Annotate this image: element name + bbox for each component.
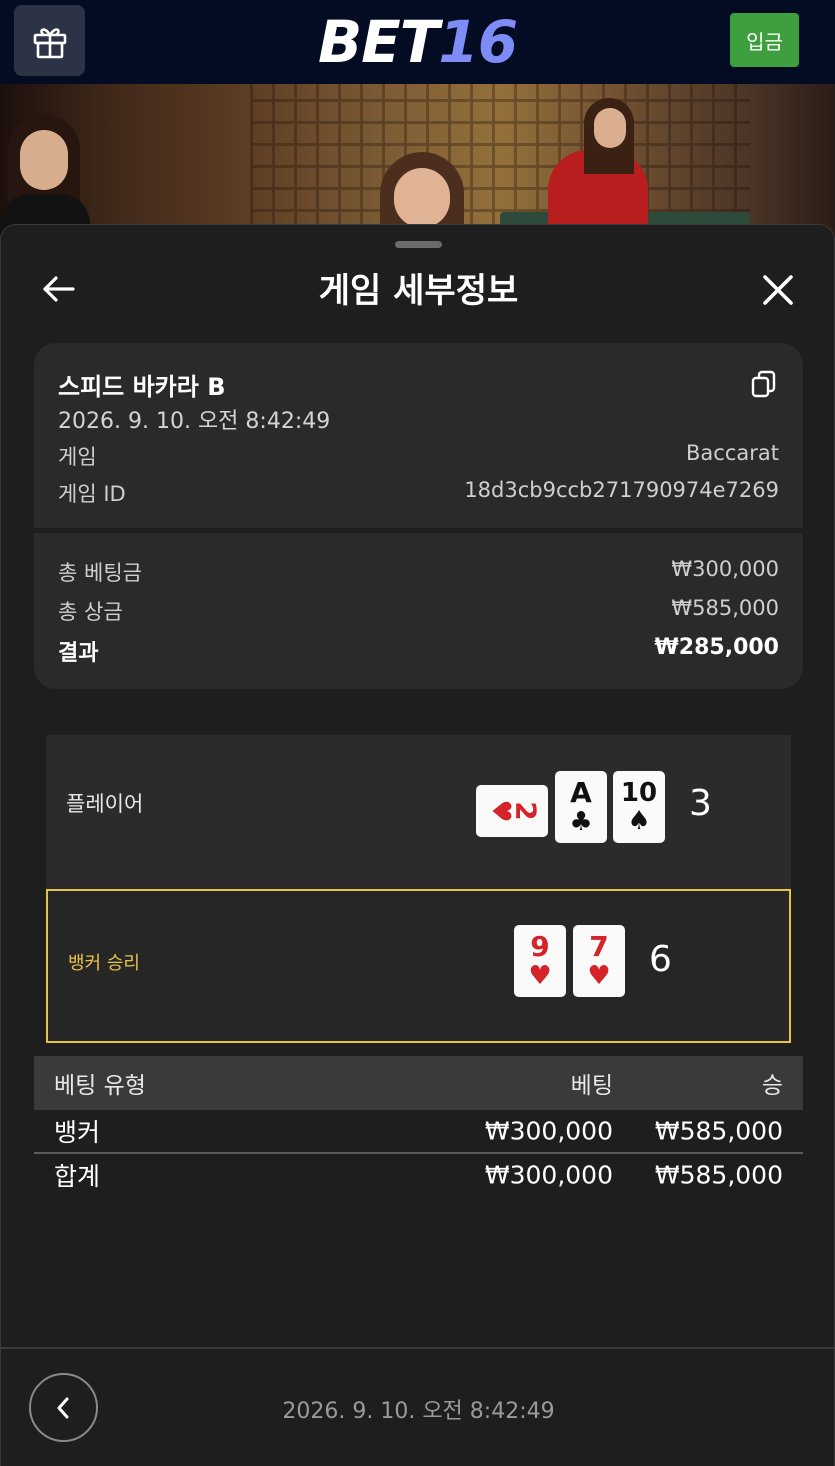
bet-amount-header: 베팅 bbox=[570, 1073, 613, 1099]
banker-card-1-rank: 9 bbox=[530, 930, 550, 963]
banker-hand: 뱅커 승리 9 ♥ 7 ♥ 6 bbox=[46, 889, 791, 1043]
game-id-value: 18d3cb9ccb271790974e7269 bbox=[464, 478, 779, 502]
player-hand-label: 플레이어 bbox=[66, 792, 144, 816]
player-card-1: ♥ 2 bbox=[476, 785, 548, 837]
copy-icon bbox=[751, 370, 776, 398]
game-id-label: 게임 ID bbox=[58, 482, 126, 506]
live-dealer-video bbox=[0, 84, 835, 234]
player-card-3-suit: ♠ bbox=[627, 806, 651, 836]
close-icon bbox=[763, 275, 793, 305]
player-card-3: 10 ♠ bbox=[613, 771, 665, 843]
result-label: 결과 bbox=[58, 641, 99, 666]
banker-card-1: 9 ♥ bbox=[514, 925, 566, 997]
win-amount-cell: ₩585,000 bbox=[654, 1116, 783, 1146]
total-bet-label: 총 베팅금 bbox=[58, 561, 142, 585]
total-win-value: ₩585,000 bbox=[671, 596, 779, 620]
player-score: 3 bbox=[689, 783, 712, 824]
total-bet-value: ₩300,000 bbox=[671, 557, 779, 581]
close-button[interactable] bbox=[755, 267, 801, 313]
game-info-card: 스피드 바카라 B 2026. 9. 10. 오전 8:42:49 게임 Bac… bbox=[34, 343, 803, 689]
game-type-value: Baccarat bbox=[686, 441, 779, 465]
banker-card-2-suit: ♥ bbox=[587, 961, 611, 991]
banker-card-2-rank: 7 bbox=[589, 930, 609, 963]
logo-text-16: 16 bbox=[438, 8, 518, 76]
player-card-2-suit: ♣ bbox=[569, 807, 593, 837]
result-value: ₩285,000 bbox=[654, 635, 779, 660]
drag-handle[interactable] bbox=[395, 241, 442, 248]
brand-logo[interactable]: BET16 bbox=[0, 0, 835, 84]
player-hand: 플레이어 ♥ 2 A ♣ 10 ♠ 3 bbox=[46, 735, 791, 889]
table-row: 뱅커 ₩300,000 ₩585,000 bbox=[34, 1110, 803, 1152]
banker-card-2: 7 ♥ bbox=[573, 925, 625, 997]
top-bar: BET16 입금 bbox=[0, 0, 835, 84]
total-bet-cell: ₩300,000 bbox=[484, 1160, 613, 1190]
logo-text-bet: BET bbox=[317, 8, 439, 76]
banker-card-1-suit: ♥ bbox=[528, 961, 552, 991]
game-name: 스피드 바카라 B bbox=[58, 373, 226, 401]
game-datetime: 2026. 9. 10. 오전 8:42:49 bbox=[58, 409, 331, 434]
banker-hand-label: 뱅커 승리 bbox=[68, 953, 140, 974]
game-type-label: 게임 bbox=[58, 445, 97, 469]
bet-type-header: 베팅 유형 bbox=[54, 1073, 146, 1099]
player-card-2-rank: A bbox=[570, 776, 592, 809]
player-card-2: A ♣ bbox=[555, 771, 607, 843]
deposit-button[interactable]: 입금 bbox=[730, 13, 799, 67]
bet-amount-cell: ₩300,000 bbox=[484, 1116, 613, 1146]
player-card-1-rank: 2 bbox=[509, 801, 543, 821]
banker-score: 6 bbox=[649, 939, 672, 980]
total-win-label: 총 상금 bbox=[58, 600, 123, 624]
total-win-cell: ₩585,000 bbox=[654, 1160, 783, 1190]
footer-divider bbox=[1, 1347, 835, 1349]
total-label-cell: 합계 bbox=[54, 1162, 101, 1191]
bet-table-header: 베팅 유형 베팅 승 bbox=[34, 1056, 803, 1110]
bet-type-cell: 뱅커 bbox=[54, 1118, 101, 1147]
copy-button[interactable] bbox=[750, 369, 778, 399]
player-card-3-rank: 10 bbox=[620, 778, 658, 808]
win-amount-header: 승 bbox=[761, 1073, 783, 1099]
game-details-sheet: 게임 세부정보 스피드 바카라 B 2026. 9. 10. 오전 8:42:4… bbox=[0, 224, 835, 1466]
sheet-title: 게임 세부정보 bbox=[318, 271, 519, 311]
table-total-row: 합계 ₩300,000 ₩585,000 bbox=[34, 1154, 803, 1196]
footer-datetime: 2026. 9. 10. 오전 8:42:49 bbox=[282, 1399, 555, 1424]
card-divider bbox=[34, 528, 803, 533]
